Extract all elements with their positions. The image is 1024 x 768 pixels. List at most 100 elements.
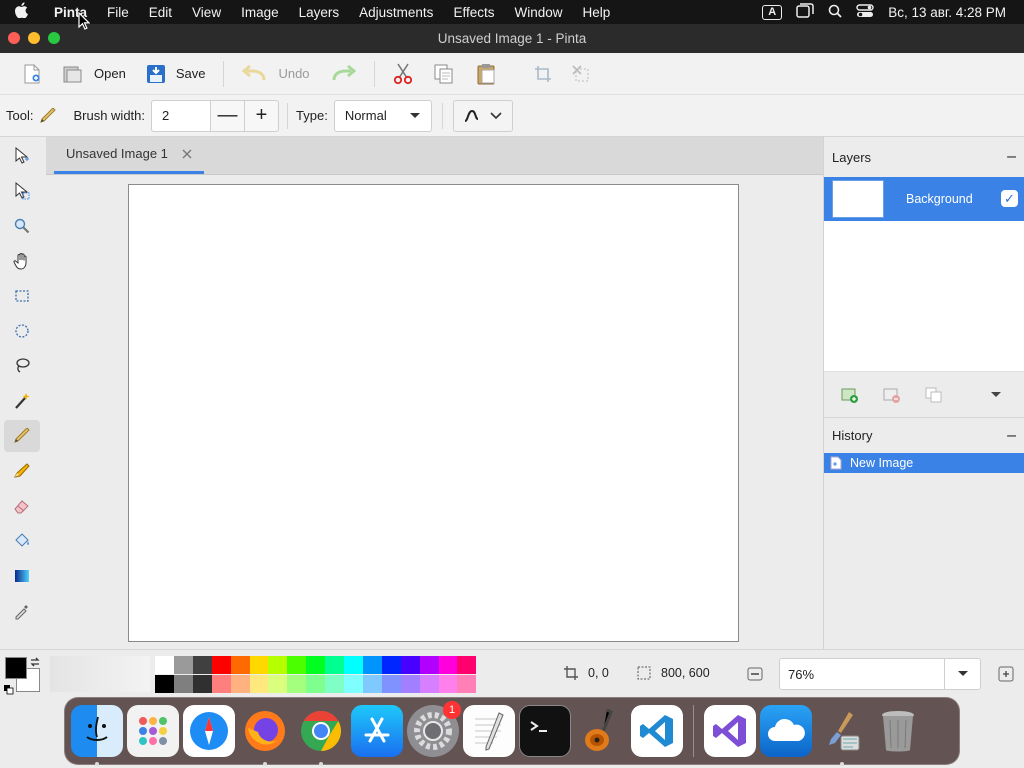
brush-type-dropdown[interactable]: Normal [333,99,432,132]
layer-menu-chevron-down-icon[interactable] [990,391,1002,399]
palette-swatch[interactable] [173,656,193,674]
color-picker-tool[interactable] [4,595,40,627]
apple-menu-icon[interactable] [0,2,44,22]
paint-bucket-tool[interactable] [4,525,40,557]
menu-adjustments[interactable]: Adjustments [349,5,443,20]
terminal-icon[interactable] [519,705,571,757]
palette-swatch[interactable] [287,656,307,674]
brush-width-decrease-button[interactable]: — [211,99,246,132]
eraser-tool[interactable] [4,490,40,522]
visual-studio-icon[interactable] [704,705,756,757]
menu-help[interactable]: Help [572,5,620,20]
reset-colors-icon[interactable] [4,685,14,695]
palette-swatch[interactable] [457,656,477,674]
palette-swatch[interactable] [287,675,307,693]
menu-edit[interactable]: Edit [139,5,182,20]
cut-button[interactable] [383,57,423,91]
palette-swatch[interactable] [268,656,288,674]
palette-swatch[interactable] [362,675,382,693]
palette-swatch[interactable] [419,675,439,693]
swap-colors-icon[interactable] [29,656,41,668]
palette-swatch[interactable] [192,656,212,674]
palette-swatch[interactable] [192,675,212,693]
layer-visibility-checkbox[interactable]: ✓ [1001,190,1018,207]
system-settings-icon[interactable]: 1 [407,701,461,757]
undo-button[interactable]: Undo [232,57,319,91]
palette-swatch[interactable] [362,656,382,674]
menu-window[interactable]: Window [504,5,572,20]
duplicate-layer-icon[interactable] [924,386,944,404]
chrome-icon[interactable] [295,705,347,766]
palette-swatch[interactable] [268,675,288,693]
minimize-window-button[interactable] [28,32,40,44]
palette-swatch[interactable] [155,675,174,693]
palette-swatch[interactable] [344,656,363,674]
zoom-in-icon[interactable] [998,666,1014,682]
palette-swatch[interactable] [211,656,231,674]
finder-icon[interactable] [71,705,123,766]
window-switcher-icon[interactable] [796,3,814,21]
palette-swatch[interactable] [306,656,326,674]
safari-icon[interactable] [183,705,235,757]
palette-swatch[interactable] [457,675,477,693]
palette-swatch[interactable] [400,656,420,674]
ellipse-select-tool[interactable] [4,315,40,347]
open-button[interactable]: Open [52,57,136,91]
app-store-icon[interactable] [351,705,403,757]
garageband-icon[interactable] [575,705,627,757]
palette-swatch[interactable] [230,656,250,674]
firefox-icon[interactable] [239,705,291,766]
palette-swatch[interactable] [325,675,345,693]
collapse-layers-panel-button[interactable]: – [1007,148,1016,166]
menu-file[interactable]: File [97,5,139,20]
close-tab-icon[interactable] [182,149,192,159]
paste-button[interactable] [465,57,507,91]
history-item[interactable]: New Image [824,453,1024,473]
palette-swatch[interactable] [230,675,250,693]
palette-swatch[interactable] [419,656,439,674]
palette-swatch[interactable] [249,675,269,693]
image-canvas[interactable] [128,184,739,642]
textedit-icon[interactable] [463,705,515,757]
launchpad-icon[interactable] [127,705,179,757]
palette-swatch[interactable] [381,656,401,674]
pan-tool[interactable] [4,245,40,277]
layer-row[interactable]: Background ✓ [824,177,1024,221]
copy-button[interactable] [423,57,465,91]
menubar-clock[interactable]: Вс, 13 авг. 4:28 PM [888,5,1006,20]
palette-swatch[interactable] [325,656,345,674]
menu-view[interactable]: View [182,5,231,20]
move-selection-tool[interactable] [4,175,40,207]
pinta-icon[interactable] [816,705,868,766]
palette-swatch[interactable] [249,656,269,674]
zoom-combobox[interactable]: 76% [779,658,981,690]
palette-swatch[interactable] [400,675,420,693]
rectangle-select-tool[interactable] [4,280,40,312]
vscode-icon[interactable] [631,705,683,757]
close-window-button[interactable] [8,32,20,44]
redo-button[interactable] [320,57,366,91]
antialiasing-dropdown[interactable] [452,99,513,132]
menu-effects[interactable]: Effects [443,5,504,20]
zoom-dropdown-button[interactable] [944,659,980,689]
trash-icon[interactable] [872,705,924,757]
menu-image[interactable]: Image [231,5,289,20]
zoom-tool[interactable] [4,210,40,242]
palette-swatch[interactable] [173,675,193,693]
delete-layer-icon[interactable] [882,386,902,404]
crop-to-selection-button[interactable] [524,57,562,91]
move-selected-tool[interactable] [4,140,40,172]
brush-width-input[interactable]: 2 [151,99,212,132]
primary-color-swatch[interactable] [5,657,27,679]
add-layer-icon[interactable] [840,386,860,404]
palette-swatch[interactable] [211,675,231,693]
palette-swatch[interactable] [155,656,174,674]
deselect-button[interactable] [562,57,600,91]
onedrive-icon[interactable] [760,705,812,757]
palette-swatch[interactable] [381,675,401,693]
palette-swatch[interactable] [438,675,458,693]
zoom-window-button[interactable] [48,32,60,44]
document-tab[interactable]: Unsaved Image 1 [54,136,204,174]
gradient-tool[interactable] [4,560,40,592]
control-center-icon[interactable] [856,3,874,21]
